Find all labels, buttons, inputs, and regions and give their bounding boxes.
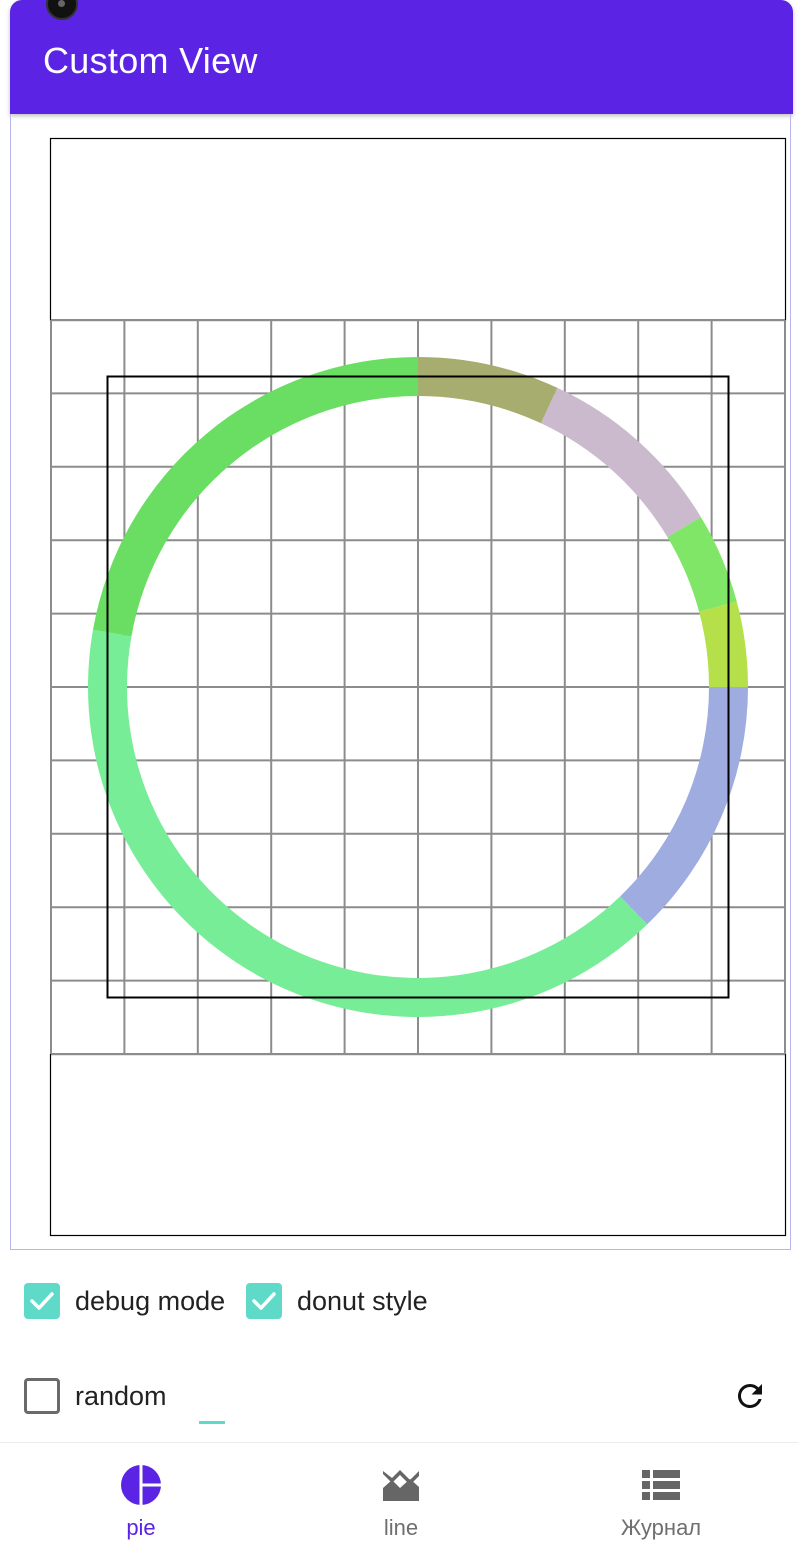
donut-style-label: donut style xyxy=(297,1285,428,1316)
donut-style-checkbox[interactable]: donut style xyxy=(246,1283,428,1319)
pie-chart-view[interactable] xyxy=(0,0,798,1250)
debug-mode-checkbox[interactable]: debug mode xyxy=(24,1283,225,1319)
random-checkbox[interactable]: random xyxy=(24,1378,167,1414)
random-label: random xyxy=(75,1380,167,1411)
list-icon xyxy=(642,1465,680,1505)
donut-segment-3 xyxy=(667,517,737,612)
line-chart-icon xyxy=(382,1465,420,1505)
donut-style-check-box[interactable] xyxy=(246,1283,282,1319)
pie-chart-icon xyxy=(121,1465,161,1505)
nav-item-line[interactable]: line xyxy=(268,1443,534,1549)
checkmark-icon xyxy=(252,1292,276,1310)
random-check-box[interactable] xyxy=(24,1378,60,1414)
donut-segment-7 xyxy=(93,357,419,637)
debug-bottom-box xyxy=(49,1053,787,1237)
checkmark-icon xyxy=(30,1292,54,1310)
debug-mode-check-box[interactable] xyxy=(24,1283,60,1319)
nav-label-journal: Журнал xyxy=(620,1515,702,1540)
bottom-navigation: pie line Журнал xyxy=(0,1442,798,1549)
nav-item-pie[interactable]: pie xyxy=(8,1443,274,1549)
nav-label-pie: pie xyxy=(126,1515,156,1540)
refresh-button[interactable] xyxy=(728,1374,772,1418)
nav-label-line: line xyxy=(383,1515,419,1540)
refresh-icon xyxy=(737,1384,762,1408)
debug-top-box xyxy=(49,137,787,322)
donut-segment-1 xyxy=(418,357,558,424)
seekbar-thumb[interactable] xyxy=(199,1421,225,1424)
debug-mode-label: debug mode xyxy=(75,1285,226,1316)
nav-item-journal[interactable]: Журнал xyxy=(528,1443,794,1549)
debug-grid xyxy=(50,319,786,1055)
